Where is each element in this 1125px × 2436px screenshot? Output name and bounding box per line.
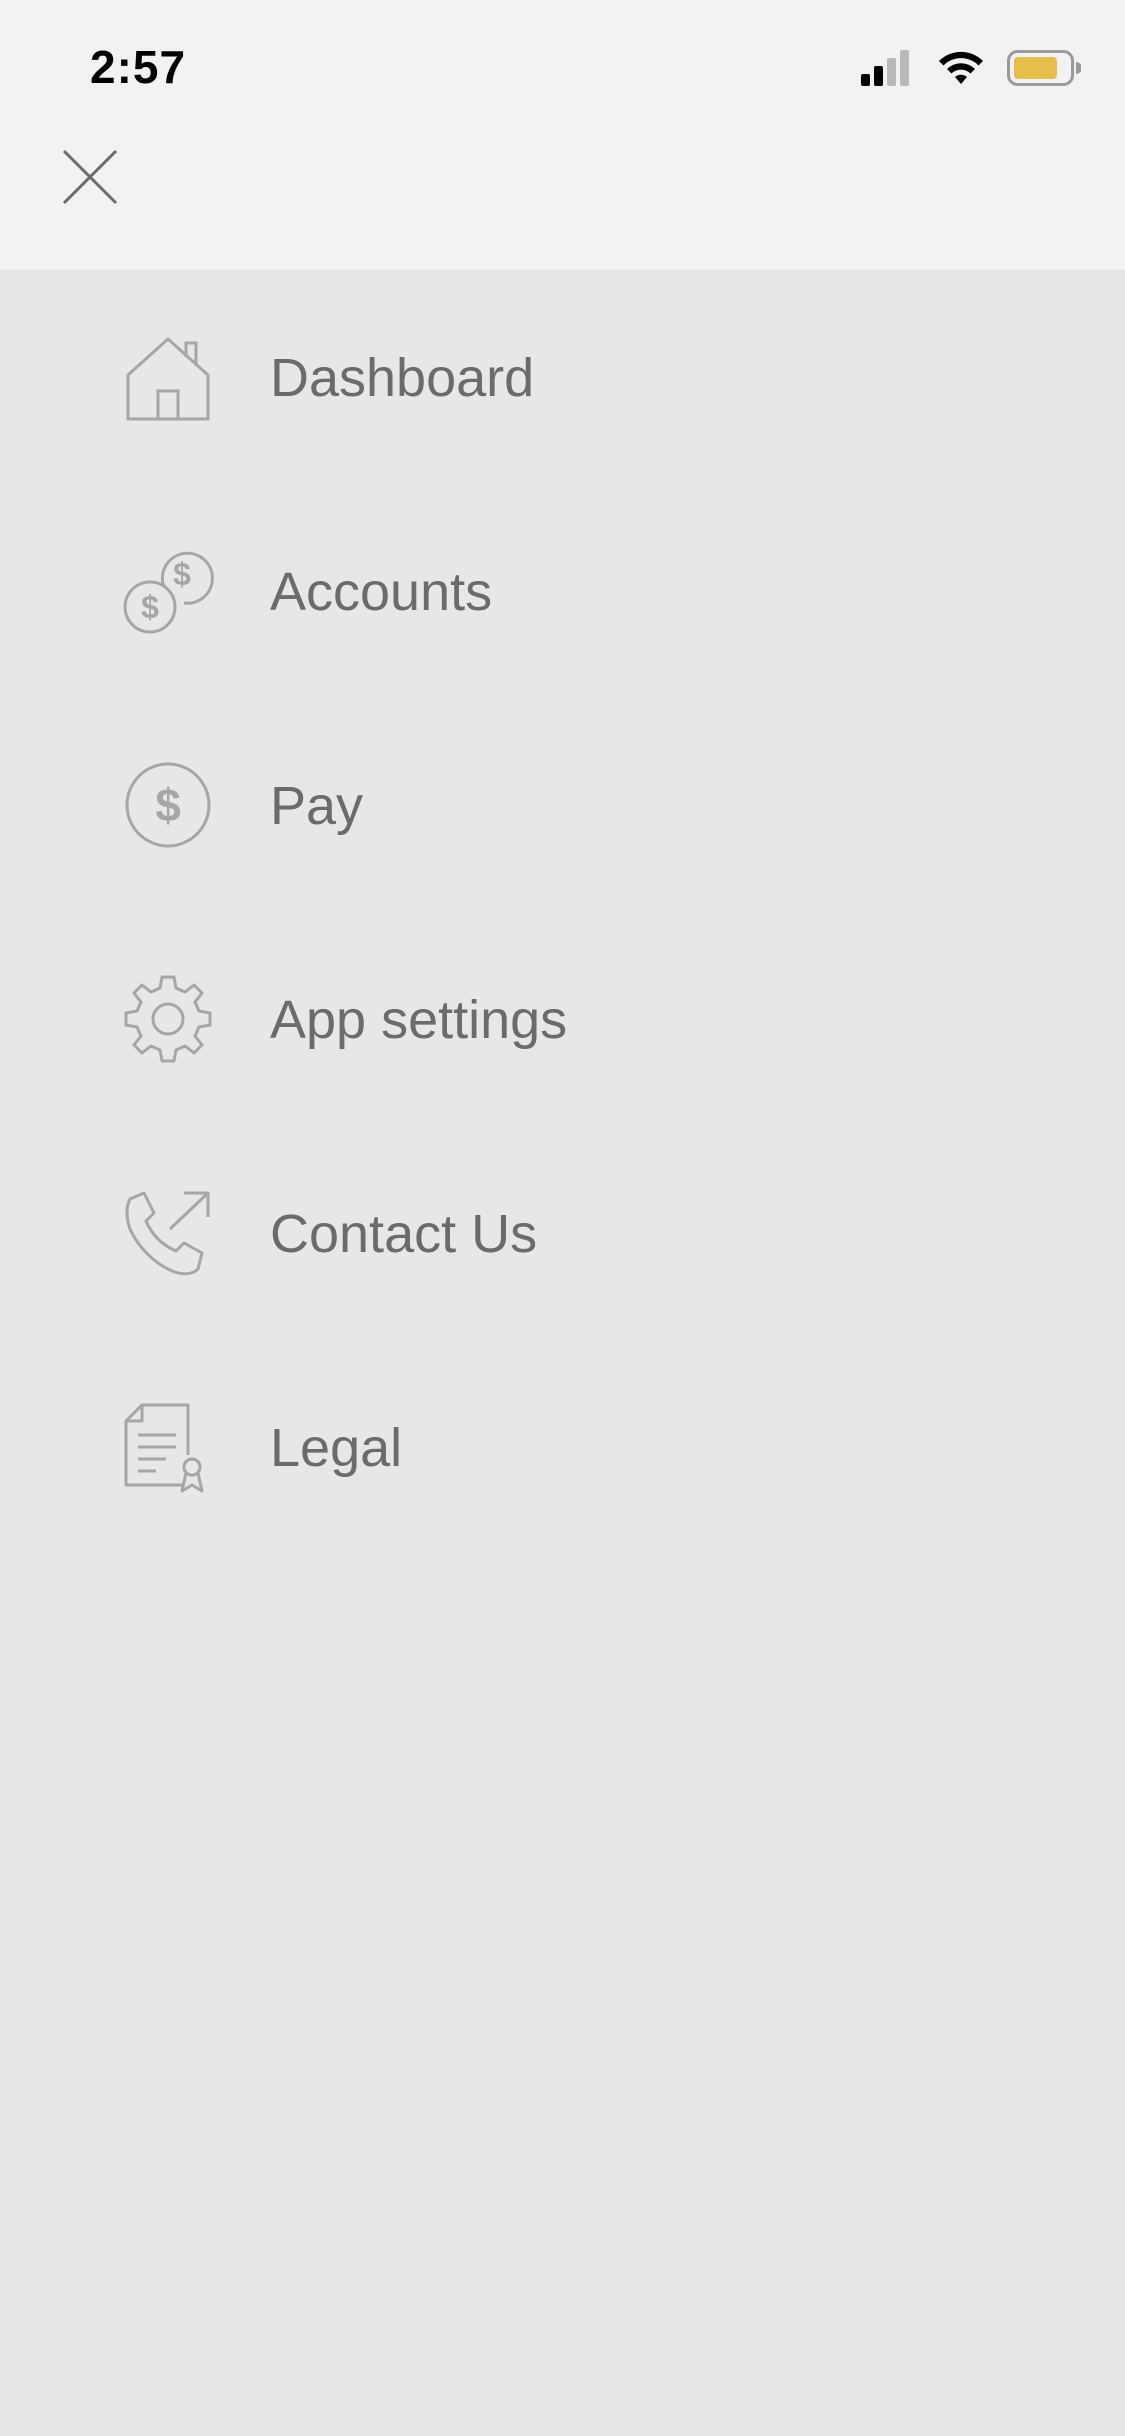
navigation-drawer-screen: 2:57 Dashboard $ $ Accounts $ Pay App se… bbox=[0, 0, 1125, 2436]
certificate-document-icon bbox=[122, 1401, 214, 1493]
menu-item-label: Accounts bbox=[270, 562, 493, 622]
dollar-circle-icon: $ bbox=[122, 759, 214, 851]
close-button[interactable] bbox=[58, 145, 122, 209]
cellular-signal-icon bbox=[861, 50, 915, 86]
battery-icon bbox=[1007, 50, 1081, 86]
svg-text:$: $ bbox=[173, 556, 191, 592]
menu-item-label: App settings bbox=[270, 990, 568, 1050]
status-icons bbox=[861, 48, 1081, 88]
menu-item-label: Legal bbox=[270, 1418, 403, 1478]
phone-outgoing-icon bbox=[122, 1187, 214, 1279]
close-icon bbox=[58, 145, 122, 209]
menu-item-contact-us[interactable]: Contact Us bbox=[0, 1126, 1125, 1340]
house-icon bbox=[122, 331, 214, 423]
menu-item-label: Dashboard bbox=[270, 348, 535, 408]
top-bar: 2:57 bbox=[0, 0, 1125, 271]
menu-item-label: Contact Us bbox=[270, 1204, 538, 1264]
menu-item-pay[interactable]: $ Pay bbox=[0, 698, 1125, 912]
menu-item-legal[interactable]: Legal bbox=[0, 1340, 1125, 1554]
menu-item-label: Pay bbox=[270, 776, 364, 836]
navigation-menu: Dashboard $ $ Accounts $ Pay App setting… bbox=[0, 270, 1125, 1554]
menu-item-app-settings[interactable]: App settings bbox=[0, 912, 1125, 1126]
status-time: 2:57 bbox=[90, 41, 187, 93]
coins-icon: $ $ bbox=[122, 545, 214, 637]
menu-item-accounts[interactable]: $ $ Accounts bbox=[0, 484, 1125, 698]
svg-text:$: $ bbox=[141, 589, 159, 625]
wifi-icon bbox=[937, 50, 985, 86]
svg-text:$: $ bbox=[155, 779, 181, 831]
gear-icon bbox=[122, 973, 214, 1065]
menu-item-dashboard[interactable]: Dashboard bbox=[0, 270, 1125, 484]
